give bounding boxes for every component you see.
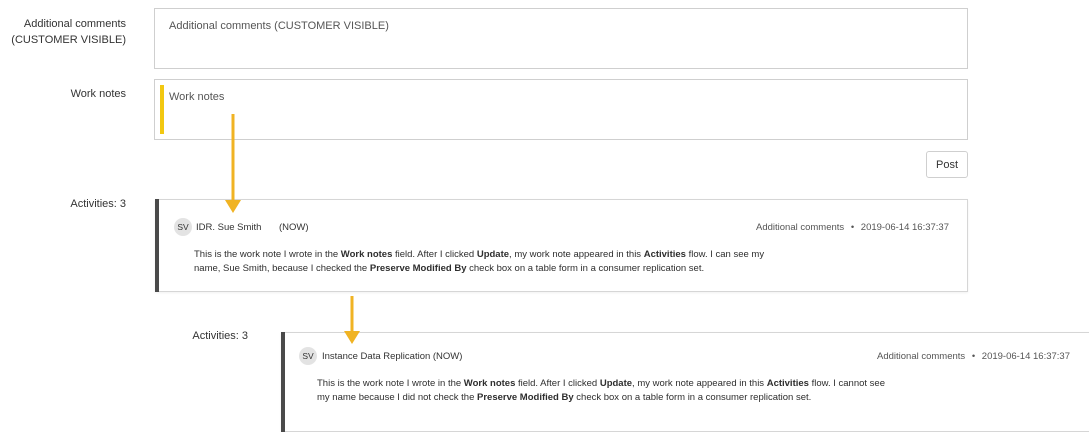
- additional-comments-label-line1: Additional comments: [23, 18, 126, 30]
- activity-timestamp: 2019-06-14 16:37:37: [860, 222, 949, 233]
- work-notes-indicator: [160, 85, 164, 134]
- activity-body: This is the work note I wrote in the Wor…: [317, 377, 1077, 405]
- activity-body: This is the work note I wrote in the Wor…: [194, 248, 954, 276]
- activity-card: SV Instance Data Replication (NOW) Addit…: [281, 332, 1089, 432]
- additional-comments-field[interactable]: Additional comments (CUSTOMER VISIBLE): [154, 8, 968, 69]
- activities-heading: Activities: 3: [192, 330, 248, 342]
- meta-separator: •: [971, 351, 976, 362]
- activity-entry-type: Additional comments: [755, 222, 845, 233]
- work-notes-placeholder: Work notes: [169, 91, 225, 103]
- activity-meta: Additional comments • 2019-06-14 16:37:3…: [877, 351, 1070, 362]
- activity-card-bar: [155, 199, 159, 292]
- activity-timestamp: 2019-06-14 16:37:37: [981, 351, 1070, 362]
- meta-separator: •: [850, 222, 855, 233]
- activity-meta: Additional comments • 2019-06-14 16:37:3…: [756, 222, 949, 233]
- post-button[interactable]: Post: [926, 151, 968, 178]
- activity-card: SV IDR. Sue Smith (NOW) Additional comme…: [155, 199, 968, 292]
- activity-time: (NOW): [279, 222, 309, 233]
- activities-heading: Activities: 3: [70, 198, 126, 210]
- activity-body-line: name, Sue Smith, because I checked the P…: [194, 263, 705, 274]
- activity-author: IDR. Sue Smith: [196, 222, 262, 233]
- activity-author: Instance Data Replication (NOW): [322, 351, 463, 362]
- activity-body-line: This is the work note I wrote in the Wor…: [194, 249, 765, 260]
- activity-body-line: This is the work note I wrote in the Wor…: [317, 378, 885, 389]
- additional-comments-label: Additional comments (CUSTOMER VISIBLE): [0, 16, 126, 48]
- work-notes-label: Work notes: [70, 88, 126, 100]
- activity-card-bar: [281, 332, 285, 432]
- additional-comments-label-line2: (CUSTOMER VISIBLE): [11, 34, 126, 46]
- work-notes-field[interactable]: Work notes: [154, 79, 968, 140]
- activity-body-line: my name because I did not check the Pres…: [317, 392, 812, 403]
- additional-comments-placeholder: Additional comments (CUSTOMER VISIBLE): [169, 20, 389, 32]
- activity-entry-type: Additional comments: [876, 351, 966, 362]
- avatar: SV: [299, 347, 317, 365]
- avatar: SV: [174, 218, 192, 236]
